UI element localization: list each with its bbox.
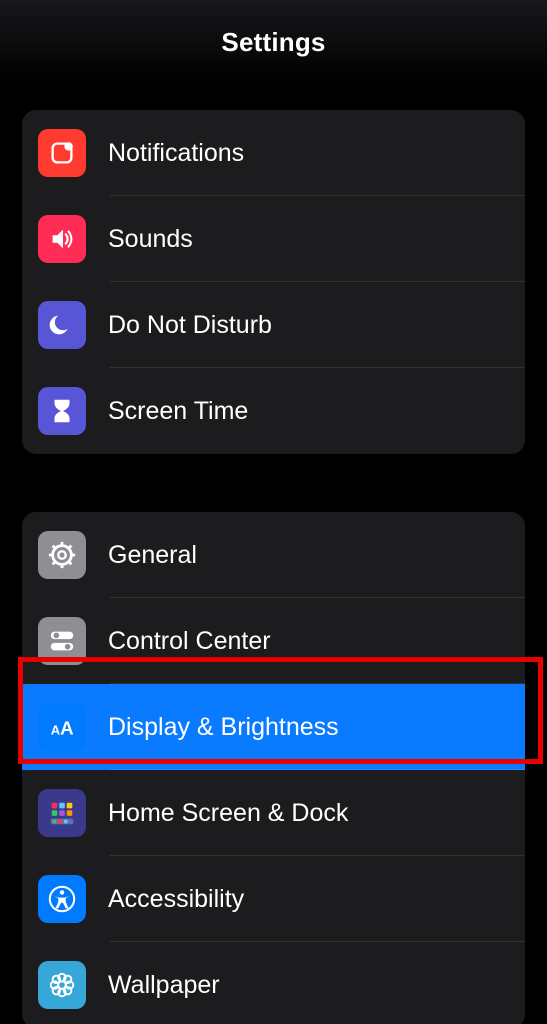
- wallpaper-icon: [38, 961, 86, 1009]
- row-home-screen-dock[interactable]: Home Screen & Dock: [22, 770, 525, 856]
- row-label: Display & Brightness: [108, 713, 339, 742]
- row-wallpaper[interactable]: Wallpaper: [22, 942, 525, 1024]
- settings-content: Notifications Sounds Do Not Disturb: [0, 84, 547, 1024]
- row-notifications[interactable]: Notifications: [22, 110, 525, 196]
- row-display-brightness[interactable]: A A Display & Brightness: [22, 684, 525, 770]
- row-label: Wallpaper: [108, 971, 220, 1000]
- control-center-icon: [38, 617, 86, 665]
- row-sounds[interactable]: Sounds: [22, 196, 525, 282]
- row-label: Control Center: [108, 627, 271, 656]
- screen-time-icon: [38, 387, 86, 435]
- row-label: Accessibility: [108, 885, 244, 914]
- accessibility-icon: [38, 875, 86, 923]
- row-label: Do Not Disturb: [108, 311, 272, 340]
- row-screen-time[interactable]: Screen Time: [22, 368, 525, 454]
- row-do-not-disturb[interactable]: Do Not Disturb: [22, 282, 525, 368]
- notifications-icon: [38, 129, 86, 177]
- row-accessibility[interactable]: Accessibility: [22, 856, 525, 942]
- dnd-icon: [38, 301, 86, 349]
- page-title: Settings: [221, 27, 325, 58]
- sounds-icon: [38, 215, 86, 263]
- row-label: General: [108, 541, 197, 570]
- settings-group-2: General Control Center A A: [22, 512, 525, 1024]
- svg-text:A: A: [60, 718, 74, 739]
- row-label: Sounds: [108, 225, 193, 254]
- row-control-center[interactable]: Control Center: [22, 598, 525, 684]
- general-icon: [38, 531, 86, 579]
- home-screen-icon: [38, 789, 86, 837]
- row-label: Screen Time: [108, 397, 248, 426]
- row-label: Home Screen & Dock: [108, 799, 348, 828]
- row-general[interactable]: General: [22, 512, 525, 598]
- settings-group-1: Notifications Sounds Do Not Disturb: [22, 110, 525, 454]
- display-brightness-icon: A A: [38, 703, 86, 751]
- header: Settings: [0, 0, 547, 84]
- row-label: Notifications: [108, 139, 244, 168]
